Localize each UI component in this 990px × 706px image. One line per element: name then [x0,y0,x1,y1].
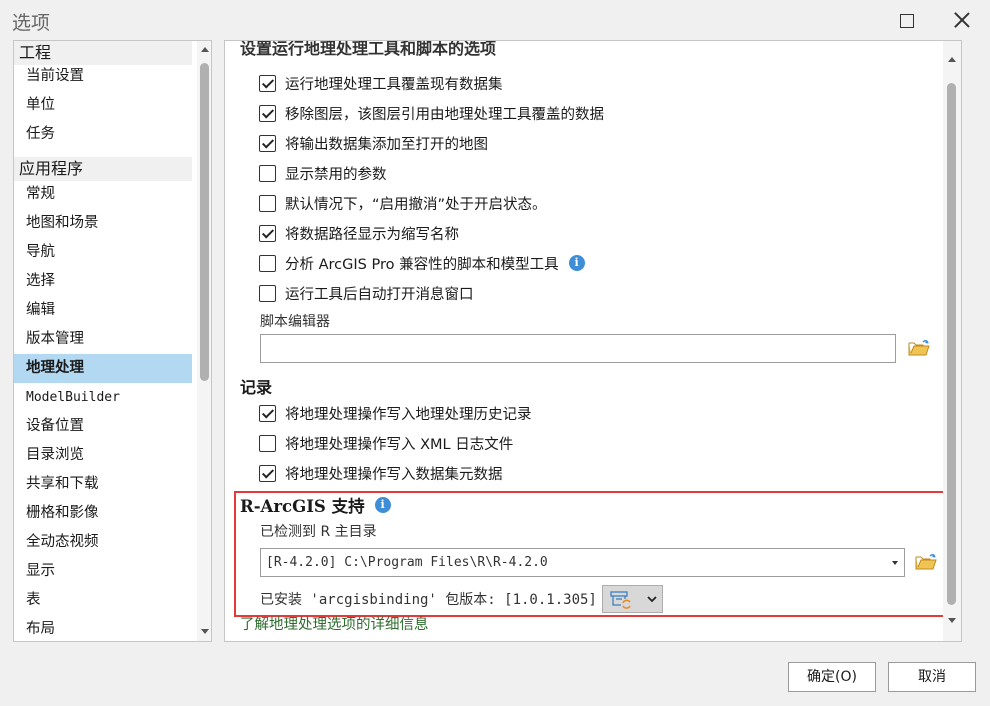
option-row[interactable]: 将地理处理操作写入地理处理历史记录 [259,401,532,425]
nav-item-map-scene[interactable]: 地图和场景 [14,209,192,238]
nav-item-general[interactable]: 常规 [14,180,192,209]
maximize-button[interactable] [900,14,914,28]
option-label: 将地理处理操作写入地理处理历史记录 [285,406,532,423]
nav-item-share-download[interactable]: 共享和下载 [14,470,192,499]
option-row[interactable]: 显示禁用的参数 [259,161,387,185]
checkbox-log-xml[interactable] [259,434,276,452]
nav-item-navigation[interactable]: 导航 [14,238,192,267]
option-label: 分析 ArcGIS Pro 兼容性的脚本和模型工具 [285,256,559,273]
ok-button[interactable]: 确定(O) [788,662,876,692]
option-label: 将数据路径显示为缩写名称 [285,226,459,243]
scroll-down-icon[interactable] [201,629,209,634]
nav-item-raster-imagery[interactable]: 栅格和影像 [14,499,192,528]
nav-section-application: 应用程序 [14,157,192,181]
browse-folder-icon[interactable] [908,339,930,357]
checkbox-short-paths[interactable] [259,224,276,242]
nav-item-modelbuilder[interactable]: ModelBuilder [14,383,192,412]
option-row[interactable]: 将地理处理操作写入数据集元数据 [259,461,503,485]
option-row[interactable]: 移除图层，该图层引用由地理处理工具覆盖的数据 [259,101,604,125]
checkbox-log-metadata[interactable] [259,464,276,482]
nav-item-display[interactable]: 显示 [14,557,192,586]
nav-scroll-thumb[interactable] [200,63,209,381]
checkbox-enable-undo[interactable] [259,194,276,212]
option-label: 默认情况下，“启用撤消”处于开启状态。 [285,196,547,213]
checkbox-log-history[interactable] [259,404,276,422]
nav-item-versioning[interactable]: 版本管理 [14,325,192,354]
title-bar: 选项 [0,0,990,40]
scroll-up-icon[interactable] [948,57,956,62]
package-update-dropdown[interactable] [602,585,663,613]
option-row[interactable]: 分析 ArcGIS Pro 兼容性的脚本和模型工具 i [259,251,585,275]
option-label: 将地理处理操作写入 XML 日志文件 [285,436,514,453]
option-row[interactable]: 默认情况下，“启用撤消”处于开启状态。 [259,191,547,215]
option-row[interactable]: 将地理处理操作写入 XML 日志文件 [259,431,513,455]
option-row[interactable]: 将数据路径显示为缩写名称 [259,221,459,245]
checkbox-analyze-compat[interactable] [259,254,276,272]
nav-item-device-location[interactable]: 设备位置 [14,412,192,441]
nav-item-full-motion-video[interactable]: 全动态视频 [14,528,192,557]
options-heading: 设置运行地理处理工具和脚本的选项 [240,40,497,58]
checkbox-remove-layers[interactable] [259,104,276,122]
scroll-down-icon[interactable] [948,618,956,623]
option-label: 运行地理处理工具覆盖现有数据集 [285,76,503,93]
r-home-label: 已检测到 R 主目录 [260,524,377,540]
nav-item-selection[interactable]: 选择 [14,267,192,296]
option-row[interactable]: 运行地理处理工具覆盖现有数据集 [259,71,503,95]
option-label: 移除图层，该图层引用由地理处理工具覆盖的数据 [285,106,604,123]
r-support-title-text: R-ArcGIS 支持 [240,497,365,516]
nav-item-editing[interactable]: 编辑 [14,296,192,325]
dropdown-arrow-icon[interactable] [892,561,898,565]
cancel-button[interactable]: 取消 [888,662,976,692]
browse-folder-icon[interactable] [915,553,937,571]
nav-item-tasks[interactable]: 任务 [14,120,192,149]
nav-item-current-settings[interactable]: 当前设置 [14,62,192,91]
content-scroll-thumb[interactable] [947,83,956,605]
r-home-value: [R-4.2.0] C:\Program Files\R\R-4.2.0 [266,555,548,570]
package-version-text: 已安装 'arcgisbinding' 包版本: [1.0.1.305] [260,592,597,608]
options-nav: 工程 当前设置 单位 任务 应用程序 常规 地图和场景 导航 选择 编辑 版本管… [13,40,212,642]
close-button[interactable] [950,8,974,32]
script-editor-input[interactable] [260,334,896,363]
geoprocessing-options-panel: 设置运行地理处理工具和脚本的选项 运行地理处理工具覆盖现有数据集 移除图层，该图… [224,40,962,642]
checkbox-overwrite[interactable] [259,74,276,92]
nav-item-table[interactable]: 表 [14,586,192,615]
package-update-icon [610,591,631,609]
nav-item-layout[interactable]: 布局 [14,615,192,641]
option-label: 显示禁用的参数 [285,166,387,183]
info-icon[interactable]: i [374,497,391,513]
option-row[interactable]: 将输出数据集添加至打开的地图 [259,131,488,155]
option-row[interactable]: 运行工具后自动打开消息窗口 [259,281,474,305]
nav-item-units[interactable]: 单位 [14,91,192,120]
scroll-up-icon[interactable] [201,47,209,52]
script-editor-label: 脚本编辑器 [260,314,330,330]
option-label: 将地理处理操作写入数据集元数据 [285,466,503,483]
learn-more-link[interactable]: 了解地理处理选项的详细信息 [240,613,429,634]
nav-scrollbar[interactable] [197,41,211,641]
info-icon[interactable]: i [568,255,585,271]
checkbox-add-output[interactable] [259,134,276,152]
window-title: 选项 [12,12,51,34]
checkbox-open-messages[interactable] [259,284,276,302]
r-support-title: R-ArcGIS 支持 i [240,493,391,517]
option-label: 将输出数据集添加至打开的地图 [285,136,488,153]
content-scrollbar[interactable] [943,41,961,641]
nav-item-catalog-browse[interactable]: 目录浏览 [14,441,192,470]
checkbox-show-disabled[interactable] [259,164,276,182]
chevron-down-icon[interactable] [647,596,657,603]
logging-section-title: 记录 [240,378,273,397]
nav-item-geoprocessing[interactable]: 地理处理 [14,354,192,383]
r-home-select[interactable]: [R-4.2.0] C:\Program Files\R\R-4.2.0 [260,548,905,577]
option-label: 运行工具后自动打开消息窗口 [285,286,474,303]
